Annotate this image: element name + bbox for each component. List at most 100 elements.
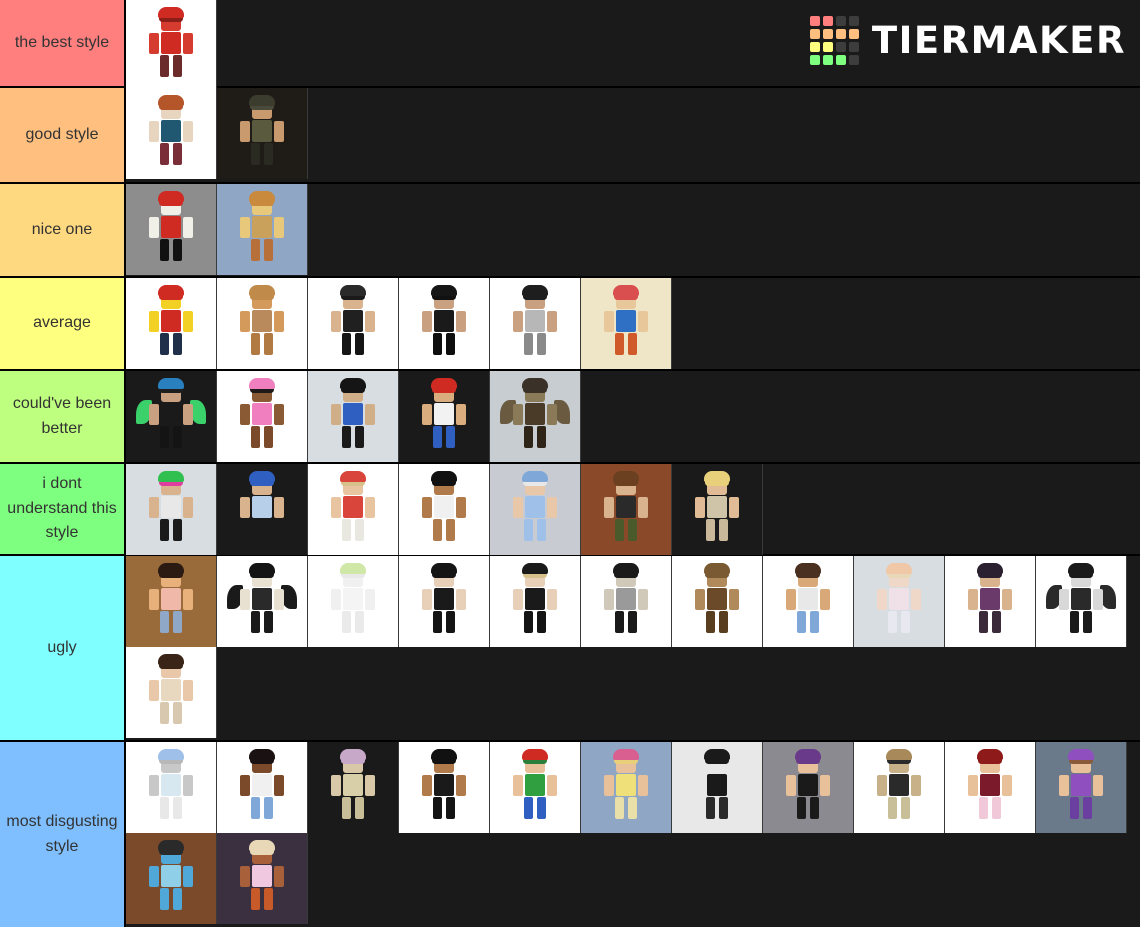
tier-label[interactable]: i dont understand this style [0,464,126,554]
logo-grid-cell-7 [848,29,859,39]
tier-items-area[interactable] [126,556,1140,740]
avatar-leg-r [173,238,182,261]
red-mushroom-hat-avatar[interactable] [308,464,399,555]
blue-hoodie-mask-avatar[interactable] [217,464,308,555]
avatar-arm-r [183,310,193,332]
blue-emo-shirt-avatar[interactable] [308,371,399,462]
avatar-arm-l [604,774,614,796]
tier-label[interactable]: good style [0,88,126,182]
brown-hair-camo-avatar[interactable] [581,464,672,555]
avatar-torso [252,309,272,332]
tier-label[interactable]: the best style [0,0,126,86]
avatar-hat [340,748,366,760]
avatar-torso [343,773,363,796]
avatar-leg-l [1070,610,1079,633]
braided-hair-crop-avatar[interactable] [217,742,308,833]
tier-label[interactable]: average [0,278,126,369]
cat-ears-black-top-avatar[interactable] [763,742,854,833]
avatar-leg-l [160,610,169,633]
avatar-torso [707,773,727,796]
black-white-tall-avatar[interactable] [672,742,763,833]
rainbow-jacket-dark-scene-avatar[interactable] [217,833,308,924]
avatar-leg-r [992,610,1001,633]
red-star-shirt-avatar[interactable] [126,184,217,275]
pink-top-afro-avatar[interactable] [217,371,308,462]
red-hoodie-avatar[interactable] [126,0,217,91]
tier-label[interactable]: could've been better [0,371,126,462]
tier-label[interactable]: nice one [0,184,126,276]
black-tactical-avatar[interactable] [399,278,490,369]
avatar-hat [977,748,1003,760]
tier-items-area[interactable] [126,184,1140,276]
black-feather-gold-avatar[interactable] [217,556,308,647]
blue-tiger-furry-scene-avatar[interactable] [126,833,217,924]
burger-costume-avatar[interactable] [217,184,308,275]
avatar-leg-l [251,238,260,261]
cream-outfit-wolf-avatar[interactable] [308,742,399,833]
avatar-arm-r [365,310,375,332]
tier-items-area[interactable] [126,464,1140,555]
black-outfit-afro-avatar[interactable] [399,742,490,833]
avatar-torso [525,495,545,518]
avatar-hat [158,190,184,202]
grey-hoodie-spiky-avatar[interactable] [581,556,672,647]
brown-bear-outfit-avatar[interactable] [672,556,763,647]
avatar-arm-l [1059,588,1069,610]
tier-items-area[interactable] [126,278,1140,369]
soldier-helmet-avatar[interactable] [217,88,308,179]
avatar-leg-l [160,332,169,355]
yellow-red-balloon-avatar[interactable] [126,278,217,369]
tier-items-area[interactable] [126,742,1140,927]
ginger-hair-jacket-avatar[interactable] [126,88,217,179]
avatar-hat [158,748,184,760]
hanger-pigtail-avatar[interactable] [126,647,217,738]
blonde-black-dress-avatar[interactable] [490,556,581,647]
avatar-hat [704,562,730,574]
avatar-hat [249,377,275,389]
rainbow-clown-avatar[interactable] [581,278,672,369]
cat-head-avatar[interactable] [217,278,308,369]
red-cap-white-shirt-avatar[interactable] [399,371,490,462]
slim-black-outfit-avatar[interactable] [399,556,490,647]
rainbow-wings-avatar[interactable] [126,371,217,462]
avatar-leg-r [173,425,182,448]
avatar-arm-l [240,310,250,332]
antler-blue-outfit-avatar[interactable] [490,464,581,555]
avatar-hat [158,6,184,18]
avatar-arm-l [513,310,523,332]
black-spiky-wing-avatar[interactable] [1036,556,1127,647]
black-emo-shirt-avatar[interactable] [308,278,399,369]
big-black-hair-avatar[interactable] [399,464,490,555]
blonde-tan-outfit-avatar[interactable] [672,464,763,555]
tier-items-area[interactable] [126,371,1140,462]
avatar-arm-l [240,496,250,518]
teddy-bear-tan-avatar[interactable] [854,742,945,833]
red-hair-pink-dress-avatar[interactable] [945,742,1036,833]
purple-cat-hoodie-avatar[interactable] [945,556,1036,647]
brown-hair-jean-avatar[interactable] [763,556,854,647]
avatar-arm-r [547,496,557,518]
rainbow-feather-headdress-avatar[interactable] [126,464,217,555]
logo-grid-cell-1 [822,16,833,26]
avatar-hat [522,470,548,482]
avatar-arm-l [149,32,159,54]
mario-luigi-duo-avatar[interactable] [490,742,581,833]
avatar-torso [525,587,545,610]
avatar-leg-l [524,796,533,819]
tier-label[interactable]: most disgusting style [0,742,126,927]
avatar-leg-l [706,518,715,541]
avatar-torso [798,587,818,610]
white-bear-plush-avatar[interactable] [308,556,399,647]
tier-label[interactable]: ugly [0,556,126,740]
tier-items-area[interactable] [126,88,1140,182]
purple-cat-ears-scene-avatar[interactable] [1036,742,1127,833]
library-scene-avatar[interactable] [126,556,217,647]
avatar-leg-r [264,887,273,910]
dark-winged-robe-avatar[interactable] [490,371,581,462]
grey-shirt-beard-avatar[interactable] [490,278,581,369]
pastel-pink-plush-avatar[interactable] [854,556,945,647]
tier-row: ugly [0,556,1140,742]
yellow-dress-long-hair-avatar[interactable] [581,742,672,833]
avatar-torso [252,864,272,887]
grey-cat-plush-avatar[interactable] [126,742,217,833]
